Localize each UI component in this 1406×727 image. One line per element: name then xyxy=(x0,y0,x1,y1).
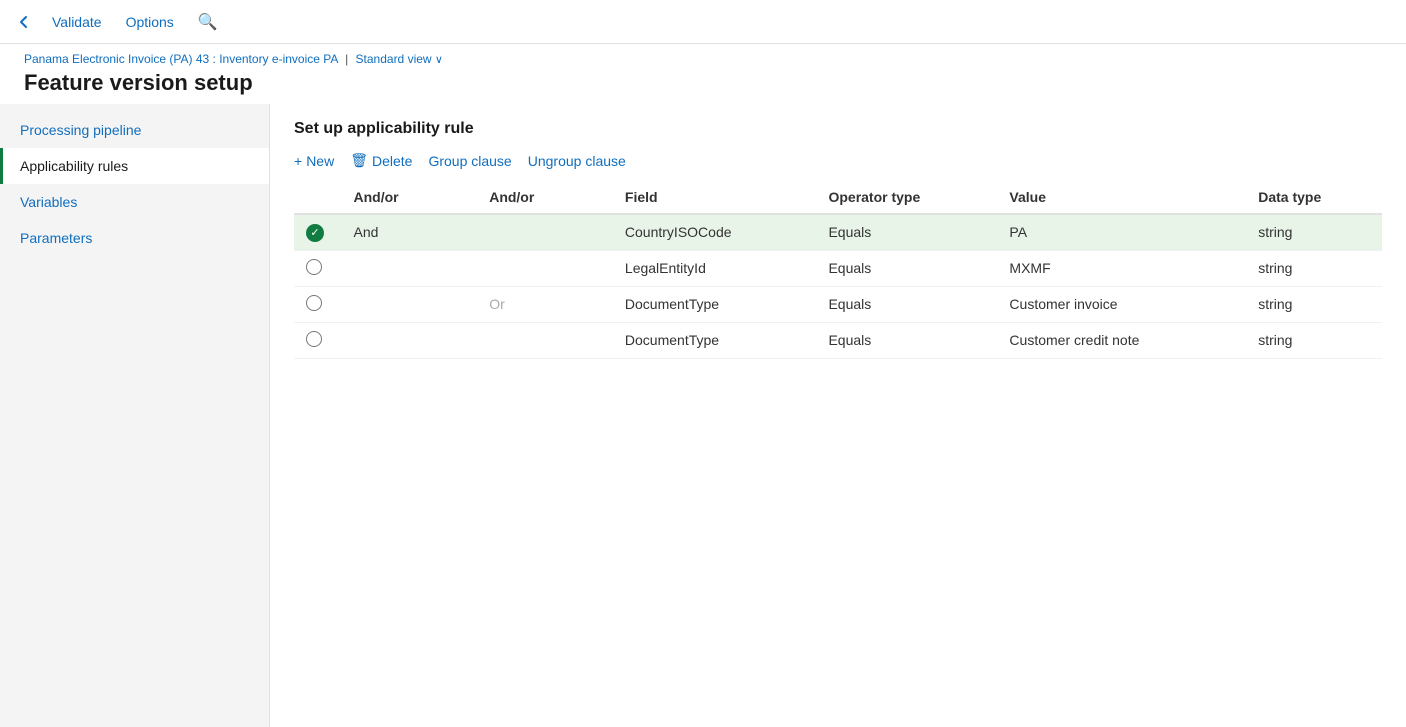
search-icon[interactable]: 🔍 xyxy=(198,12,218,32)
value-cell: MXMF xyxy=(997,250,1246,286)
sidebar: Processing pipeline Applicability rules … xyxy=(0,104,270,727)
page-header: Panama Electronic Invoice (PA) 43 : Inve… xyxy=(0,44,1406,100)
andor-col2-cell xyxy=(477,214,613,250)
andor-col2-cell: Or xyxy=(477,286,613,322)
row-select-cell[interactable] xyxy=(294,250,342,286)
row-select-cell[interactable]: ✓ xyxy=(294,214,342,250)
trash-icon: 🗑 xyxy=(350,152,368,169)
radio-button[interactable] xyxy=(306,295,322,311)
table-row[interactable]: DocumentTypeEqualsCustomer credit notest… xyxy=(294,322,1382,358)
andor-col1-cell: And xyxy=(342,214,478,250)
group-clause-button[interactable]: Group clause xyxy=(428,153,511,169)
ungroup-clause-button[interactable]: Ungroup clause xyxy=(528,153,626,169)
back-button[interactable] xyxy=(16,14,32,30)
operator-type-cell: Equals xyxy=(816,322,997,358)
field-cell: DocumentType xyxy=(613,322,817,358)
breadcrumb: Panama Electronic Invoice (PA) 43 : Inve… xyxy=(24,52,1382,66)
sidebar-item-parameters[interactable]: Parameters xyxy=(0,220,269,256)
col-operator-type: Operator type xyxy=(816,181,997,214)
sidebar-item-applicability-rules[interactable]: Applicability rules xyxy=(0,148,269,184)
andor-col2-cell xyxy=(477,322,613,358)
data-type-cell: string xyxy=(1246,286,1382,322)
data-type-cell: string xyxy=(1246,250,1382,286)
new-button[interactable]: + New xyxy=(294,153,334,169)
table-header-row: And/or And/or Field Operator type Value … xyxy=(294,181,1382,214)
radio-button[interactable] xyxy=(306,259,322,275)
table-row[interactable]: LegalEntityIdEqualsMXMFstring xyxy=(294,250,1382,286)
operator-type-cell: Equals xyxy=(816,286,997,322)
col-data-type: Data type xyxy=(1246,181,1382,214)
top-navigation: Validate Options 🔍 xyxy=(0,0,1406,44)
applicability-rules-table: And/or And/or Field Operator type Value … xyxy=(294,181,1382,359)
chevron-down-icon: ∨ xyxy=(435,54,443,66)
toolbar: + New 🗑 Delete Group clause Ungroup clau… xyxy=(294,152,1382,169)
field-cell: DocumentType xyxy=(613,286,817,322)
section-title: Set up applicability rule xyxy=(294,120,1382,138)
value-cell: Customer credit note xyxy=(997,322,1246,358)
col-andor-1: And/or xyxy=(342,181,478,214)
main-layout: Processing pipeline Applicability rules … xyxy=(0,104,1406,727)
andor-col1-cell xyxy=(342,322,478,358)
andor-col2-cell xyxy=(477,250,613,286)
value-cell: Customer invoice xyxy=(997,286,1246,322)
standard-view-button[interactable]: Standard view ∨ xyxy=(356,52,443,66)
operator-type-cell: Equals xyxy=(816,250,997,286)
col-andor-2: And/or xyxy=(477,181,613,214)
col-field: Field xyxy=(613,181,817,214)
plus-icon: + xyxy=(294,153,302,169)
delete-button[interactable]: 🗑 Delete xyxy=(350,152,412,169)
table-row[interactable]: ✓ And CountryISOCodeEqualsPAstring xyxy=(294,214,1382,250)
data-type-cell: string xyxy=(1246,214,1382,250)
operator-type-cell: Equals xyxy=(816,214,997,250)
table-row[interactable]: OrDocumentTypeEqualsCustomer invoicestri… xyxy=(294,286,1382,322)
col-value: Value xyxy=(997,181,1246,214)
sidebar-item-processing-pipeline[interactable]: Processing pipeline xyxy=(0,112,269,148)
content-area: Set up applicability rule + New 🗑 Delete… xyxy=(270,104,1406,727)
breadcrumb-text: Panama Electronic Invoice (PA) 43 : Inve… xyxy=(24,52,338,66)
options-button[interactable]: Options xyxy=(122,14,178,30)
andor-col1-cell xyxy=(342,250,478,286)
value-cell: PA xyxy=(997,214,1246,250)
validate-button[interactable]: Validate xyxy=(48,14,106,30)
field-cell: LegalEntityId xyxy=(613,250,817,286)
row-select-cell[interactable] xyxy=(294,322,342,358)
data-type-cell: string xyxy=(1246,322,1382,358)
selected-indicator: ✓ xyxy=(306,224,324,242)
page-title: Feature version setup xyxy=(24,70,1382,96)
col-select xyxy=(294,181,342,214)
field-cell: CountryISOCode xyxy=(613,214,817,250)
radio-button[interactable] xyxy=(306,331,322,347)
breadcrumb-separator: | xyxy=(345,52,348,66)
row-select-cell[interactable] xyxy=(294,286,342,322)
sidebar-item-variables[interactable]: Variables xyxy=(0,184,269,220)
andor-col1-cell xyxy=(342,286,478,322)
